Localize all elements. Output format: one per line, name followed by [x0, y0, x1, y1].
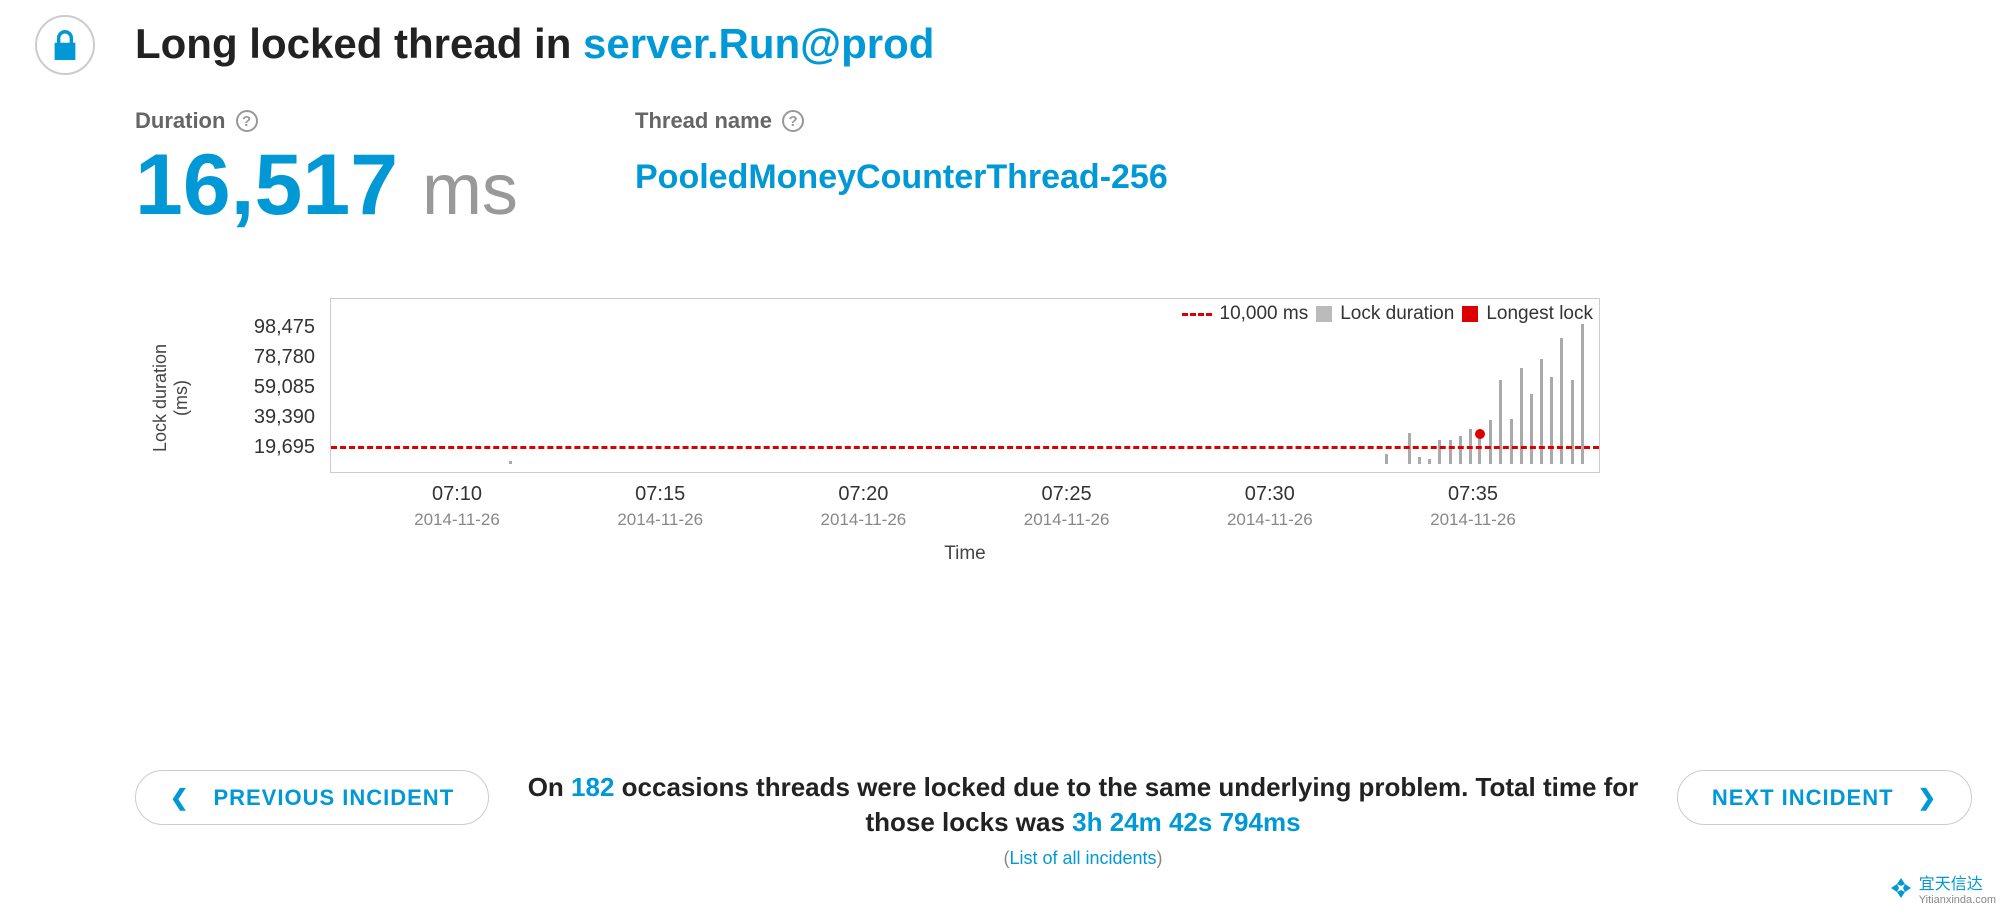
- lock-duration-chart: Lock duration (ms) 98,47578,78059,08539,…: [135, 298, 1972, 578]
- x-tick: 07:352014-11-26: [1430, 483, 1516, 530]
- chart-y-ticks: 98,47578,78059,08539,39019,695: [215, 316, 315, 466]
- title-link[interactable]: server.Run@prod: [583, 20, 934, 67]
- duration-block: Duration ? 16,517 ms: [135, 108, 635, 228]
- total-lock-time: 3h 24m 42s 794ms: [1072, 807, 1300, 837]
- incident-summary: On 182 occasions threads were locked due…: [509, 770, 1657, 870]
- next-incident-button[interactable]: NEXT INCIDENT ❯: [1677, 770, 1972, 825]
- chart-bar: [1418, 457, 1421, 464]
- chart-plot-area: 10,000 ms Lock duration Longest lock: [330, 298, 1600, 473]
- title-text: Long locked thread in: [135, 20, 583, 67]
- chart-bar: [1510, 419, 1513, 465]
- page-title: Long locked thread in server.Run@prod: [135, 20, 1972, 68]
- x-tick: 07:152014-11-26: [617, 483, 703, 530]
- chart-bar: [1438, 440, 1441, 465]
- thread-name[interactable]: PooledMoneyCounterThread-256: [635, 158, 1168, 197]
- chart-y-label: Lock duration (ms): [150, 328, 192, 468]
- x-tick: 07:252014-11-26: [1024, 483, 1110, 530]
- chart-x-label: Time: [330, 543, 1600, 565]
- chart-bar: [1581, 324, 1584, 464]
- thread-label: Thread name: [635, 108, 772, 133]
- list-all-incidents-link[interactable]: List of all incidents: [1009, 848, 1156, 868]
- duration-label: Duration: [135, 108, 225, 133]
- chart-bar: [1520, 368, 1523, 464]
- chart-bar: [1385, 454, 1388, 465]
- thread-block: Thread name ? PooledMoneyCounterThread-2…: [635, 108, 1168, 228]
- chart-bar: [1499, 380, 1502, 464]
- x-tick: 07:302014-11-26: [1227, 483, 1313, 530]
- threshold-line: [331, 446, 1599, 449]
- chart-bar: [1449, 440, 1452, 465]
- chevron-right-icon: ❯: [1918, 785, 1937, 811]
- longest-lock-marker: [1475, 429, 1485, 439]
- chart-bar: [1489, 420, 1492, 464]
- chart-bar: [1530, 394, 1533, 464]
- lock-icon: [35, 15, 95, 75]
- brand-watermark: 宜天信达Yitianxinda.com: [1889, 870, 1996, 906]
- occasion-count: 182: [571, 772, 614, 802]
- previous-incident-button[interactable]: ❮ PREVIOUS INCIDENT: [135, 770, 489, 825]
- chart-bar: [1428, 459, 1431, 464]
- x-tick: 07:102014-11-26: [414, 483, 500, 530]
- chart-bar: [1550, 377, 1553, 465]
- x-tick: 07:202014-11-26: [821, 483, 907, 530]
- chart-bar: [1478, 435, 1481, 464]
- duration-value: 16,517 ms: [135, 142, 635, 228]
- chart-bar: [1571, 380, 1574, 464]
- help-icon[interactable]: ?: [782, 110, 804, 132]
- chevron-left-icon: ❮: [170, 785, 189, 811]
- chart-bar: [1459, 436, 1462, 464]
- help-icon[interactable]: ?: [236, 110, 258, 132]
- chart-bar: [509, 461, 512, 465]
